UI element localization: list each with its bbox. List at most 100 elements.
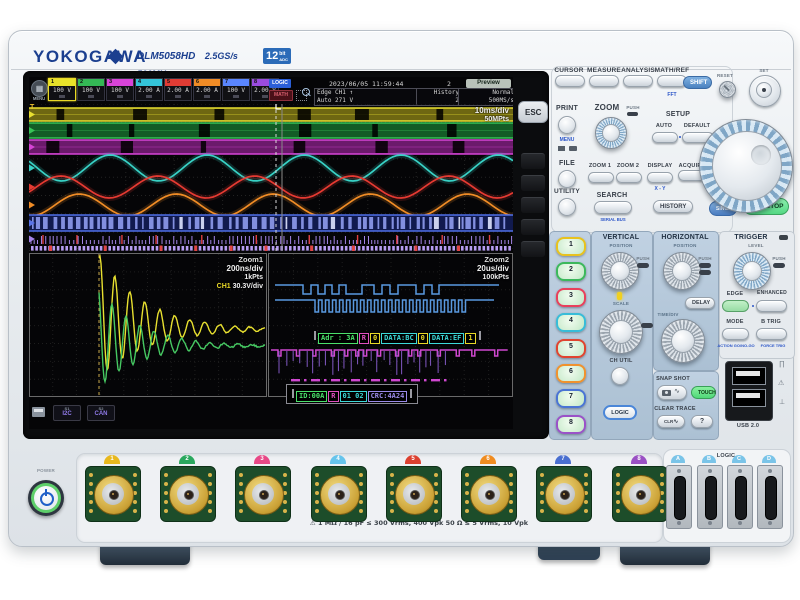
bnc-contact xyxy=(616,509,620,513)
setup-led xyxy=(679,136,681,138)
bnc-contact xyxy=(164,491,168,495)
channel-2-button[interactable]: 2 xyxy=(556,262,586,281)
channel-badge-2[interactable]: 2100 V xyxy=(77,78,105,101)
cursor-label: CURSOR xyxy=(553,67,585,74)
level-label: LEVEL xyxy=(719,244,793,249)
bnc-connector-ch8 xyxy=(612,466,668,522)
history-button[interactable]: HISTORY xyxy=(653,200,693,213)
cursor-button[interactable] xyxy=(555,75,585,87)
channel-5-button[interactable]: 5 xyxy=(556,339,586,358)
esc-button[interactable]: ESC xyxy=(518,101,548,123)
zoom1-button[interactable] xyxy=(588,172,614,183)
printer-icon[interactable] xyxy=(32,407,45,417)
channel-badge-1[interactable]: 1100 V xyxy=(48,78,76,101)
b-trig-label: B TRIG xyxy=(753,319,789,325)
bnc-pin-center xyxy=(187,493,189,495)
bnc-contact xyxy=(315,482,319,486)
channel-3-button[interactable]: 3 xyxy=(556,288,586,307)
bnc-contact xyxy=(89,509,93,513)
bnc-contact xyxy=(540,473,544,477)
logic-badge[interactable]: LOGIC xyxy=(269,79,291,88)
usb-port-1[interactable] xyxy=(732,367,766,385)
touch-button[interactable]: TOUCH xyxy=(691,386,716,399)
pod-screw xyxy=(738,521,742,525)
measure-label: MEASURE xyxy=(587,67,621,74)
b-trig-button[interactable] xyxy=(756,328,787,340)
softkey-4[interactable] xyxy=(521,219,545,235)
bus-badge-S2[interactable]: S2CAN xyxy=(87,405,115,421)
bnc-connector-ch3 xyxy=(235,466,291,522)
edge-led xyxy=(752,305,754,307)
clear-trace-button[interactable]: CLR∿ xyxy=(657,415,685,428)
channel-badge-4[interactable]: 42.00 A xyxy=(135,78,163,101)
math-badge[interactable]: MATH xyxy=(269,90,293,101)
zoom-search-icon[interactable] xyxy=(296,88,310,101)
usb-port-2[interactable] xyxy=(732,389,766,407)
pod-screw xyxy=(768,469,772,473)
decode2-segment: R xyxy=(328,391,338,402)
analysis-button[interactable] xyxy=(623,75,653,87)
power-button[interactable] xyxy=(28,480,64,516)
search-button[interactable] xyxy=(594,201,632,214)
print-label: PRINT xyxy=(555,105,579,113)
softkey-2[interactable] xyxy=(521,175,545,191)
channel-number: 6 xyxy=(194,79,220,86)
channel-4-button[interactable]: 4 xyxy=(556,313,586,332)
enhanced-button[interactable] xyxy=(756,300,787,312)
vertical-label: VERTICAL xyxy=(591,234,651,242)
measure-button[interactable] xyxy=(589,75,619,87)
softkey-1[interactable] xyxy=(521,153,545,169)
shift-button[interactable]: SHIFT xyxy=(683,76,712,89)
decode1-segment: 0 xyxy=(418,333,428,344)
bnc-contact xyxy=(359,500,363,504)
softkey-3[interactable] xyxy=(521,197,545,213)
channel-8-button[interactable]: 8 xyxy=(556,415,586,434)
trigger-position-marker[interactable]: T xyxy=(30,104,34,111)
mode-button[interactable] xyxy=(722,328,749,340)
reset-label: RESET xyxy=(713,74,737,79)
bnc-pin-center xyxy=(112,493,114,495)
delay-button[interactable]: DELAY xyxy=(685,297,715,309)
logic-button[interactable]: LOGIC xyxy=(603,405,637,420)
zoom2-button[interactable] xyxy=(616,172,642,183)
bnc-pin-center xyxy=(338,493,340,495)
bnc-contact xyxy=(164,482,168,486)
bnc-contact xyxy=(584,473,588,477)
help-button[interactable]: ? xyxy=(691,415,713,428)
ch-util-button[interactable] xyxy=(611,367,629,385)
softkey-5[interactable] xyxy=(521,241,545,257)
channel-6-button[interactable]: 6 xyxy=(556,364,586,383)
trigger-edge-icon: ↑ xyxy=(350,89,354,96)
adc-sub-label: ADC xyxy=(279,57,288,62)
display-button[interactable] xyxy=(647,172,673,183)
serial-decode-bar-1: Adr : 3AR0DATA:BC0DATA:EF1 xyxy=(312,327,483,345)
edge-button[interactable] xyxy=(722,300,749,312)
bnc-pin xyxy=(636,490,646,500)
printer-small-icon xyxy=(569,146,577,151)
horizontal-position-label: POSITION xyxy=(653,244,717,249)
channel-badge-6[interactable]: 62.00 A xyxy=(193,78,221,101)
menu-icon[interactable]: ▦ xyxy=(31,80,48,97)
bnc-contact xyxy=(208,509,212,513)
file-button[interactable] xyxy=(558,170,576,188)
auto-button[interactable] xyxy=(652,132,678,143)
channel-badge-5[interactable]: 52.00 A xyxy=(164,78,192,101)
preview-badge[interactable]: Preview xyxy=(466,79,511,88)
bnc-contact xyxy=(133,482,137,486)
zoom-label: ZOOM xyxy=(591,104,623,113)
bnc-pin xyxy=(109,490,119,500)
clear-trace-label: CLEAR TRACE xyxy=(653,406,697,412)
model-number: DLM5058HD xyxy=(137,51,195,62)
channel-7-button[interactable]: 7 xyxy=(556,389,586,408)
decode1-segment: DATA:EF xyxy=(429,333,465,344)
bnc-contact xyxy=(239,500,243,504)
utility-button[interactable] xyxy=(558,198,576,216)
channel-badge-7[interactable]: 7100 V xyxy=(222,78,250,101)
bnc-contact xyxy=(540,500,544,504)
bus-badge-S1[interactable]: S1I2C xyxy=(53,405,81,421)
jog-dimple[interactable] xyxy=(751,145,771,165)
print-button[interactable] xyxy=(558,116,576,134)
channel-1-button[interactable]: 1 xyxy=(556,237,586,256)
snap-shot-button[interactable]: ∿ xyxy=(657,385,687,400)
channel-badge-3[interactable]: 3100 V xyxy=(106,78,134,101)
